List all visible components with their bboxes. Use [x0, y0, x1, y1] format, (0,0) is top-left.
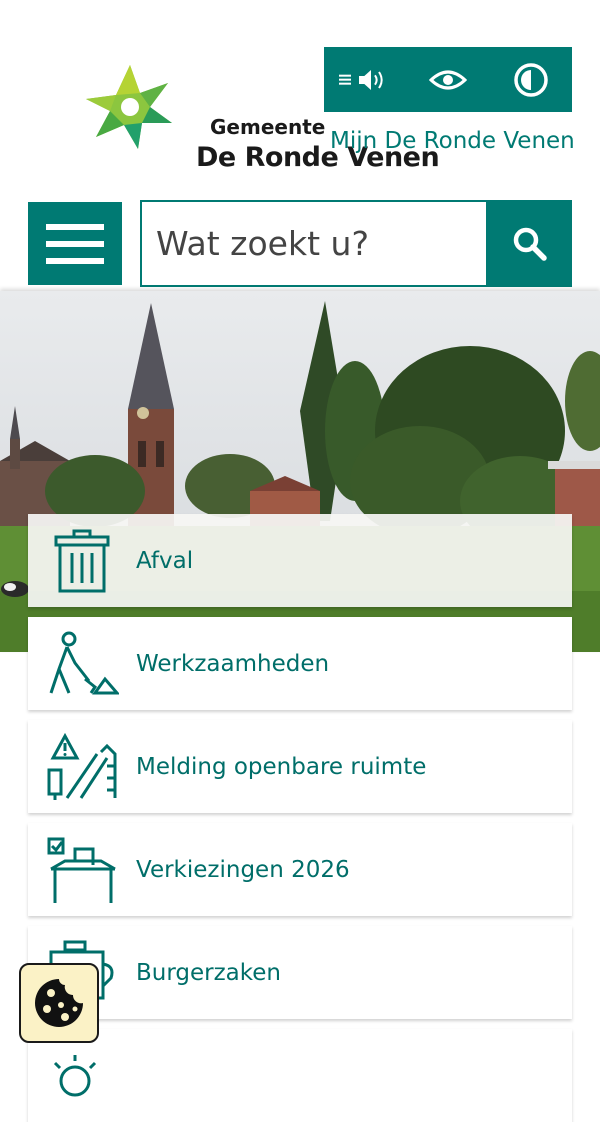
- tile-label: Werkzaamheden: [136, 650, 330, 677]
- contrast-icon: [513, 62, 548, 97]
- tile-melding-openbare-ruimte[interactable]: Melding openbare ruimte: [28, 720, 572, 813]
- tile-burgerzaken[interactable]: Burgerzaken: [28, 926, 572, 1019]
- search-button[interactable]: [488, 200, 572, 287]
- road-worker-icon: [49, 631, 119, 694]
- search-icon: [513, 227, 547, 261]
- sun-icon: [53, 1054, 97, 1096]
- tile-label: Melding openbare ruimte: [136, 753, 427, 780]
- search-box: [140, 200, 488, 287]
- contrast-button[interactable]: [505, 54, 557, 106]
- warning-street-icon: [47, 732, 117, 800]
- tile-verkiezingen-2026[interactable]: Verkiezingen 2026: [28, 823, 572, 916]
- visibility-button[interactable]: [422, 54, 474, 106]
- tile-label: Afval: [136, 547, 194, 574]
- search-input[interactable]: [142, 202, 486, 285]
- cookie-icon: [35, 979, 83, 1027]
- menu-button[interactable]: [28, 202, 122, 285]
- cookie-settings-button[interactable]: [19, 963, 99, 1043]
- read-aloud-icon: [339, 69, 383, 90]
- eye-icon: [428, 70, 467, 89]
- tile-afval[interactable]: Afval: [28, 514, 572, 607]
- accessibility-toolbar: [324, 47, 572, 112]
- brand-gemeente-label: Gemeente: [210, 115, 326, 139]
- tile-label: Verkiezingen 2026: [136, 856, 350, 883]
- tile-werkzaamheden[interactable]: Werkzaamheden: [28, 617, 572, 710]
- municipality-logo[interactable]: [60, 60, 210, 170]
- ballot-box-icon: [47, 837, 116, 903]
- tile-label: Burgerzaken: [136, 959, 282, 986]
- trash-bin-icon: [54, 529, 110, 592]
- tile-partial[interactable]: [28, 1029, 572, 1122]
- mijn-de-ronde-venen-link[interactable]: Mijn De Ronde Venen: [330, 128, 575, 154]
- read-aloud-button[interactable]: [339, 54, 391, 106]
- hamburger-icon: [46, 223, 104, 264]
